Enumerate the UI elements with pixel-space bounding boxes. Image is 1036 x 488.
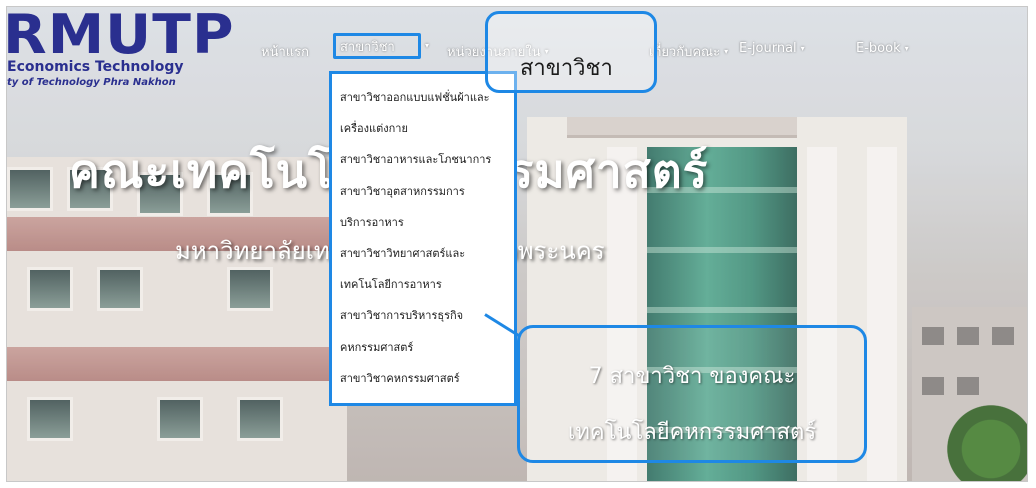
departments-dropdown: สาขาวิชาออกแบบแฟชั่นผ้าและ เครื่องแต่งกา…	[329, 71, 517, 406]
nav-departments-caret[interactable]: ▾	[425, 41, 429, 50]
nav-ejournal[interactable]: E-journal ▾	[739, 41, 805, 56]
dropdown-item[interactable]: สาขาวิชาออกแบบแฟชั่นผ้าและ	[340, 82, 508, 113]
dropdown-item[interactable]: เครื่องแต่งกาย	[340, 113, 508, 144]
dropdown-item[interactable]: สาขาวิชาวิทยาศาสตร์และ	[340, 238, 508, 269]
site-logo[interactable]: RMUTP Economics Technology ty of Technol…	[7, 7, 234, 102]
dropdown-item[interactable]: บริการอาหาร	[340, 207, 508, 238]
dropdown-item[interactable]: เทคโนโลยีการอาหาร	[340, 269, 508, 300]
callout-departments: สาขาวิชา	[485, 11, 657, 93]
dropdown-item[interactable]: คหกรรมศาสตร์	[340, 332, 508, 363]
nav-about[interactable]: เกี่ยวกับคณะ ▾	[649, 41, 728, 62]
nav-ebook[interactable]: E-book ▾	[856, 41, 909, 56]
chevron-down-icon: ▾	[724, 47, 729, 56]
callout-summary-line1: 7 สาขาวิชา ของคณะ	[588, 364, 796, 389]
nav-departments[interactable]: สาขาวิชา	[333, 33, 421, 59]
chevron-down-icon: ▾	[800, 44, 805, 53]
callout-summary: 7 สาขาวิชา ของคณะ เทคโนโลยีคหกรรมศาสตร์	[517, 325, 867, 463]
dropdown-item[interactable]: สาขาวิชาการบริหารธุรกิจ	[340, 300, 508, 331]
dropdown-item[interactable]: สาขาวิชาอาหารและโภชนาการ	[340, 144, 508, 175]
dropdown-item[interactable]: สาขาวิชาอุตสาหกรรมการ	[340, 176, 508, 207]
dropdown-item[interactable]: สาขาวิชาคหกรรมศาสตร์	[340, 363, 508, 394]
browser-viewport: RMUTP Economics Technology ty of Technol…	[6, 6, 1028, 482]
nav-departments-label: สาขาวิชา	[340, 39, 395, 55]
callout-summary-line2: เทคโนโลยีคหกรรมศาสตร์	[567, 420, 817, 445]
callout-departments-text: สาขาวิชา	[520, 56, 613, 81]
logo-university: ty of Technology Phra Nakhon	[7, 77, 176, 88]
chevron-down-icon: ▾	[425, 41, 430, 50]
logo-tagline: Economics Technology	[7, 59, 184, 75]
chevron-down-icon: ▾	[904, 44, 909, 53]
logo-mark: RMUTP	[6, 6, 235, 66]
nav-home[interactable]: หน้าแรก	[261, 41, 309, 62]
